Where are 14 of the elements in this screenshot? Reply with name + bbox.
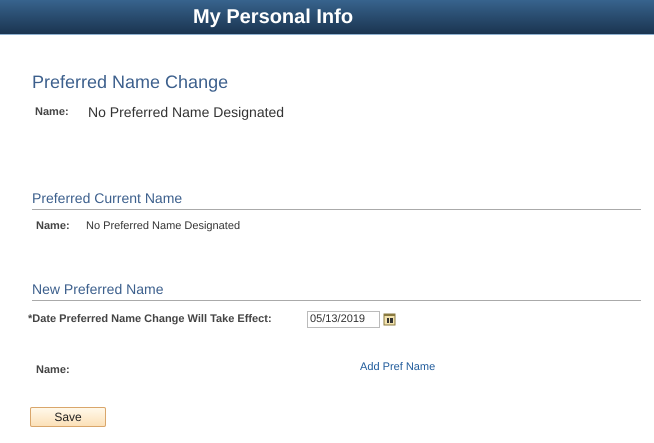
- section-title: Preferred Name Change: [32, 71, 228, 93]
- field-value: No Preferred Name Designated: [86, 219, 240, 234]
- calendar-icon[interactable]: [383, 312, 396, 326]
- field-value: No Preferred Name Designated: [88, 103, 284, 122]
- section-title: Preferred Current Name: [32, 189, 182, 207]
- page-header-title: My Personal Info: [193, 5, 354, 30]
- section-title: New Preferred Name: [32, 280, 164, 298]
- save-button[interactable]: Save: [30, 407, 106, 427]
- field-label: Name:: [36, 219, 71, 234]
- field-label: *Date Preferred Name Change Will Take Effect:: [28, 312, 273, 327]
- date-field[interactable]: 05/13/2019: [307, 310, 380, 328]
- field-label: Name:: [36, 362, 71, 378]
- field-label: Name:: [35, 105, 70, 120]
- add-pref-name-link[interactable]: Add Pref Name: [360, 358, 436, 375]
